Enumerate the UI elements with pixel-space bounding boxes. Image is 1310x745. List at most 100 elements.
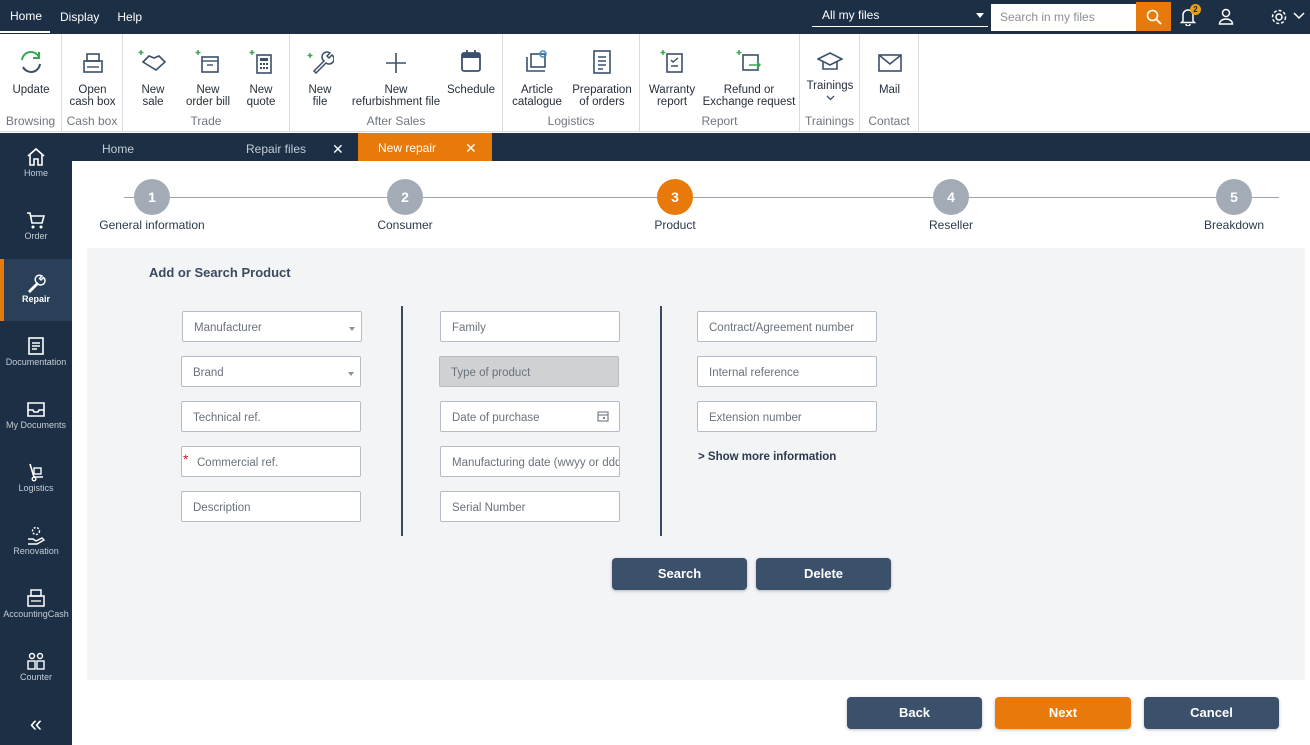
contract-agreement-number-input[interactable]: Contract/Agreement number — [697, 311, 877, 342]
group-label-contact: Contact — [868, 114, 910, 128]
mail-label: Mail — [878, 84, 901, 96]
sidebar-item-documentation[interactable]: Documentation — [0, 322, 72, 382]
sidebar-item-order[interactable]: Order — [0, 196, 72, 256]
sidebar-item-my-documents[interactable]: My Documents — [0, 385, 72, 445]
cancel-button[interactable]: Cancel — [1144, 697, 1279, 729]
chevron-down-icon[interactable] — [1293, 12, 1305, 20]
new-file-button[interactable]: New file — [298, 34, 342, 114]
article-catalogue-button[interactable]: Article catalogue — [509, 34, 565, 114]
update-button[interactable]: Update — [0, 34, 62, 114]
refresh-icon — [21, 51, 41, 73]
group-label-after-sales: After Sales — [366, 114, 426, 128]
warranty-report-label-2: report — [656, 96, 688, 108]
new-order-bill-button[interactable]: New order bill — [180, 34, 236, 114]
menu-display[interactable]: Display — [50, 0, 107, 34]
clipboard-plus-icon — [660, 50, 683, 73]
mail-button[interactable]: Mail — [860, 34, 919, 114]
column-divider — [660, 306, 662, 536]
people-icon — [27, 652, 45, 670]
column-divider — [401, 306, 403, 536]
search-scope-value: All my files — [822, 8, 880, 22]
new-refurbishment-file-label-2: refurbishment file — [351, 96, 441, 108]
serial-number-input[interactable]: Serial Number — [440, 491, 620, 522]
warranty-report-label-1: Warranty — [648, 84, 696, 96]
refund-or-exchange-label-2: Exchange request — [702, 96, 796, 108]
sidebar-item-label: Home — [23, 168, 48, 178]
group-label-report: Report — [701, 114, 738, 128]
step-3[interactable]: 3 — [657, 179, 693, 215]
date-of-purchase-input[interactable]: Date of purchase — [440, 401, 620, 432]
description-input[interactable]: Description — [181, 491, 361, 522]
step-5[interactable]: 5 — [1216, 179, 1252, 215]
new-quote-label-1: New — [249, 84, 273, 96]
sidebar-item-renovation[interactable]: Renovation — [0, 511, 72, 571]
product-form-panel: Add or Search Product Manufacturer Brand… — [87, 248, 1305, 680]
warranty-report-button[interactable]: Warranty report — [646, 34, 698, 114]
close-icon[interactable]: ✕ — [465, 133, 477, 163]
ribbon-group-report: Warranty report Refund or Exchange request… — [640, 34, 800, 132]
internal-reference-input[interactable]: Internal reference — [697, 356, 877, 387]
inbox-icon — [27, 402, 45, 417]
show-more-information-link[interactable]: > Show more information — [698, 451, 836, 463]
commercial-ref-input[interactable]: * Commercial ref. — [181, 446, 361, 477]
sidebar-item-accountingcash[interactable]: AccountingCash — [0, 574, 72, 634]
home-icon — [27, 147, 45, 166]
manufacturer-select[interactable]: Manufacturer — [182, 311, 362, 342]
sidebar-item-logistics[interactable]: Logistics — [0, 448, 72, 508]
ribbon-group-contact: Mail Contact — [860, 34, 919, 132]
next-button[interactable]: Next — [995, 697, 1131, 729]
graduation-cap-icon — [817, 52, 843, 70]
brand-select[interactable]: Brand — [181, 356, 361, 387]
refund-or-exchange-label-1: Refund or — [723, 84, 775, 96]
box-plus-icon — [195, 50, 219, 73]
collapse-sidebar-icon[interactable]: « — [0, 711, 72, 741]
tab-new-repair[interactable]: New repair ✕ — [358, 133, 492, 161]
extension-number-input[interactable]: Extension number — [697, 401, 877, 432]
chevron-down-icon — [826, 95, 835, 101]
step-label-reseller: Reseller — [928, 218, 973, 232]
delete-button[interactable]: Delete — [756, 558, 891, 590]
sidebar-item-counter[interactable]: Counter — [0, 637, 72, 697]
family-input[interactable]: Family — [440, 311, 620, 342]
sidebar-item-label: Renovation — [13, 546, 59, 556]
trainings-button[interactable]: Trainings — [800, 34, 860, 114]
step-2[interactable]: 2 — [387, 179, 423, 215]
calendar-icon[interactable] — [597, 410, 609, 422]
preparation-of-orders-button[interactable]: Preparation of orders — [569, 34, 635, 114]
search-input[interactable]: Search in my files — [991, 4, 1136, 31]
cart-icon — [27, 212, 46, 229]
new-sale-button[interactable]: New sale — [131, 34, 175, 114]
step-1[interactable]: 1 — [134, 179, 170, 215]
tab-repair-files[interactable]: Repair files ✕ — [246, 133, 356, 161]
sidebar-item-label: Documentation — [5, 357, 67, 367]
search-button[interactable] — [1136, 2, 1171, 31]
technical-ref-input[interactable]: Technical ref. — [181, 401, 361, 432]
user-icon[interactable] — [1218, 8, 1234, 26]
schedule-button[interactable]: Schedule — [446, 34, 496, 114]
gear-icon[interactable] — [1270, 8, 1288, 26]
search-product-button[interactable]: Search — [612, 558, 747, 590]
back-button[interactable]: Back — [847, 697, 982, 729]
group-label-trainings: Trainings — [805, 114, 854, 128]
new-file-label-2: file — [312, 96, 328, 108]
step-label-product: Product — [654, 218, 696, 232]
sidebar-item-label: My Documents — [5, 420, 67, 430]
step-4[interactable]: 4 — [933, 179, 969, 215]
open-cash-box-button[interactable]: Open cash box — [62, 34, 123, 114]
manufacturing-date-input[interactable]: Manufacturing date (wwyy or dddyy) — [440, 446, 620, 477]
menu-help[interactable]: Help — [107, 0, 150, 34]
ribbon-group-trade: New sale New order bill New quote Trade — [123, 34, 290, 132]
sidebar-item-home[interactable]: Home — [0, 133, 72, 193]
document-icon — [28, 337, 44, 355]
new-quote-button[interactable]: New quote — [239, 34, 283, 114]
new-sale-label-1: New — [141, 84, 165, 96]
ribbon-group-trainings: Trainings Trainings — [800, 34, 860, 132]
menu-home[interactable]: Home — [0, 1, 51, 33]
search-scope-select[interactable]: All my files — [812, 5, 988, 27]
new-refurbishment-file-button[interactable]: New refurbishment file — [348, 34, 444, 114]
refund-or-exchange-button[interactable]: Refund or Exchange request — [702, 34, 796, 114]
tab-home[interactable]: Home — [102, 133, 242, 161]
sidebar-item-label: Logistics — [18, 483, 54, 493]
wrench-plus-icon — [307, 51, 334, 74]
sidebar-item-repair[interactable]: Repair — [0, 259, 72, 321]
